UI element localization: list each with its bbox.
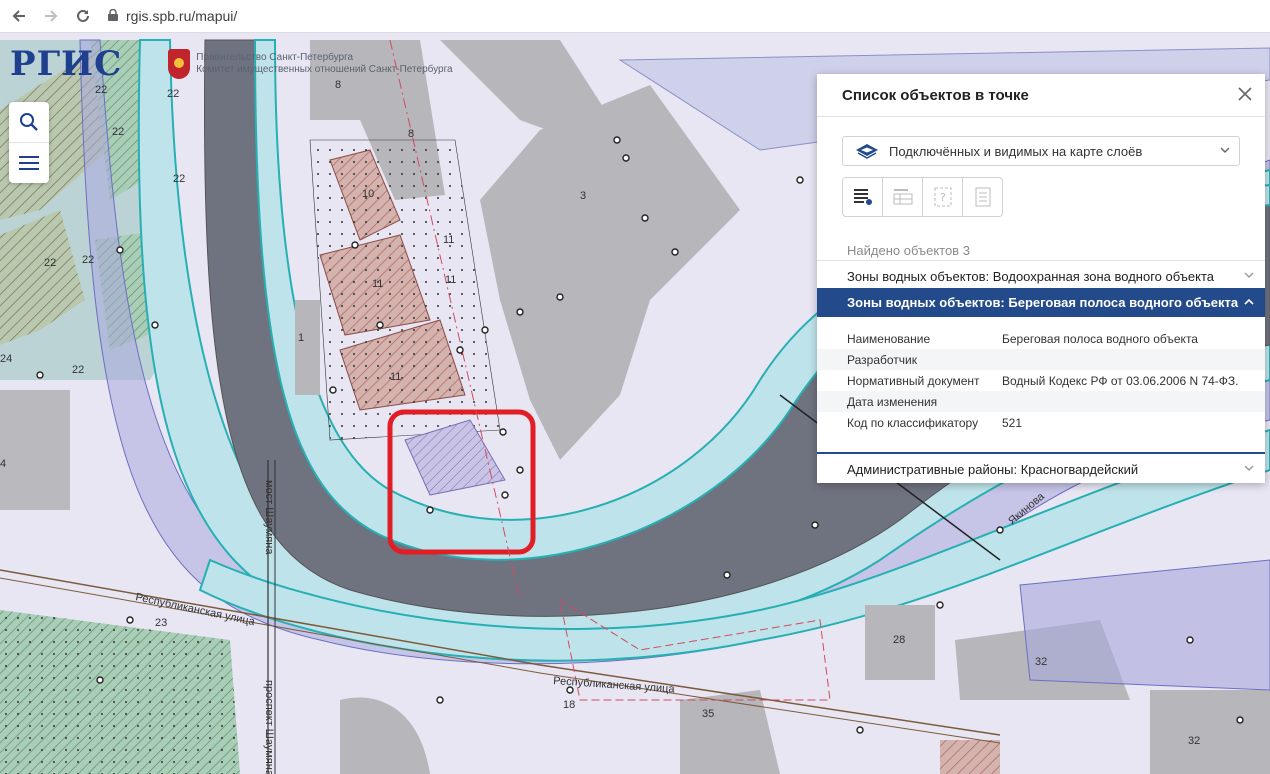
label-35: 35	[702, 708, 714, 720]
detail-row: Код по классификатору 521	[817, 412, 1265, 433]
svg-text:?: ?	[940, 191, 946, 204]
layer-select-value: Подключённых и видимых на карте слоёв	[889, 143, 1143, 159]
label-22c: 22	[112, 126, 124, 138]
table-icon	[893, 189, 912, 205]
detail-key: Дата изменения	[847, 394, 938, 409]
menu-icon	[19, 156, 39, 170]
detail-value: Береговая полоса водного объекта	[1002, 331, 1198, 346]
browser-toolbar: rgis.spb.ru/mapui/	[0, 0, 1270, 33]
label-11b: 11	[445, 274, 456, 286]
label-18: 18	[563, 699, 575, 711]
label-22e: 22	[44, 257, 56, 269]
accordion-label: Зоны водных объектов: Береговая полоса в…	[847, 295, 1239, 310]
label-22b: 22	[167, 88, 179, 100]
tab-help[interactable]: ?	[922, 178, 962, 216]
close-icon[interactable]	[1235, 84, 1255, 104]
menu-button[interactable]	[9, 142, 49, 183]
label-22d: 22	[173, 173, 185, 185]
org-line1: Правительство Санкт-Петербурга	[196, 52, 354, 63]
details-table: Наименование Береговая полоса водного объ…	[817, 328, 1265, 433]
back-icon[interactable]	[6, 3, 32, 29]
label-32b: 32	[1188, 735, 1200, 747]
emblem-icon	[168, 49, 191, 79]
logo[interactable]: РГИС Правительство Санкт-Петербурга Коми…	[10, 44, 453, 84]
org-line2: Комитет имущественных отношений Санкт-Пе…	[196, 64, 453, 75]
label-28: 28	[893, 634, 905, 646]
found-count: Найдено объектов 3	[847, 243, 970, 258]
panel-title: Список объектов в точке	[842, 86, 1029, 104]
tab-document[interactable]	[962, 178, 1002, 216]
label-1: 1	[298, 332, 304, 344]
help-icon: ?	[934, 187, 951, 207]
label-23: 23	[155, 617, 167, 629]
detail-row: Дата изменения	[817, 391, 1265, 412]
label-11d: 11	[390, 371, 401, 383]
search-icon	[20, 113, 38, 131]
accordion-admin-districts[interactable]: Административные районы: Красногвардейск…	[817, 452, 1265, 484]
label-3: 3	[580, 190, 586, 202]
building-bottom-red	[940, 740, 1000, 774]
chevron-up-icon	[1244, 298, 1254, 305]
accordion-label: Зоны водных объектов: Водоохранная зона …	[847, 268, 1214, 284]
detail-key: Разработчик	[847, 352, 917, 367]
detail-row: Нормативный документ Водный Кодекс РФ от …	[817, 370, 1265, 391]
detail-key: Нормативный документ	[847, 373, 980, 388]
lock-icon	[108, 8, 118, 24]
building-32b	[1150, 690, 1270, 774]
chevron-down-icon	[1244, 272, 1254, 278]
label-22a: 22	[95, 84, 107, 96]
list-icon	[853, 189, 872, 205]
forward-icon[interactable]	[38, 3, 64, 29]
label-32a: 32	[1035, 656, 1047, 668]
detail-key: Наименование	[847, 331, 931, 346]
address-bar[interactable]: rgis.spb.ru/mapui/	[108, 4, 237, 28]
detail-row: Наименование Береговая полоса водного объ…	[817, 328, 1265, 349]
street-avenue: проспект Шаумяна	[263, 680, 275, 774]
objects-panel: Список объектов в точке Подключённых и в…	[817, 74, 1265, 483]
building-1	[295, 300, 320, 395]
document-icon	[975, 187, 990, 207]
detail-key: Код по классификатору	[847, 415, 979, 430]
map-toolbar	[9, 102, 49, 183]
street-bridge: мост Шаумяна	[263, 480, 275, 555]
reload-icon[interactable]	[70, 3, 96, 29]
logo-text: РГИС	[10, 44, 123, 84]
search-button[interactable]	[9, 102, 49, 142]
label-11a: 11	[443, 234, 454, 246]
url-text: rgis.spb.ru/mapui/	[126, 8, 238, 24]
tab-table[interactable]	[882, 178, 922, 216]
detail-value: 521	[1002, 415, 1023, 430]
label-10: 10	[362, 188, 374, 200]
chevron-down-icon	[1220, 147, 1230, 153]
accordion-shore-strip[interactable]: Зоны водных объектов: Береговая полоса в…	[817, 288, 1265, 317]
label-24: 24	[0, 353, 12, 365]
label-8b: 8	[408, 128, 414, 140]
label-4: 4	[0, 458, 6, 470]
detail-value: Водный Кодекс РФ от 03.06.2006 N 74-ФЗ.	[1002, 373, 1239, 388]
chevron-down-icon	[1244, 465, 1254, 471]
tab-list[interactable]	[843, 178, 882, 216]
layers-icon	[856, 144, 878, 159]
org-name: Правительство Санкт-Петербурга Комитет и…	[196, 52, 452, 76]
label-22f: 22	[82, 254, 94, 266]
layer-select[interactable]: Подключённых и видимых на карте слоёв	[842, 136, 1240, 166]
detail-row: Разработчик	[817, 349, 1265, 370]
panel-header: Список объектов в точке	[817, 74, 1265, 117]
view-tabs: ?	[842, 177, 1003, 217]
accordion-label: Административные районы: Красногвардейск…	[847, 461, 1139, 477]
label-11c: 11	[372, 278, 383, 290]
label-22g: 22	[72, 364, 84, 376]
building-left-gray	[0, 390, 70, 510]
